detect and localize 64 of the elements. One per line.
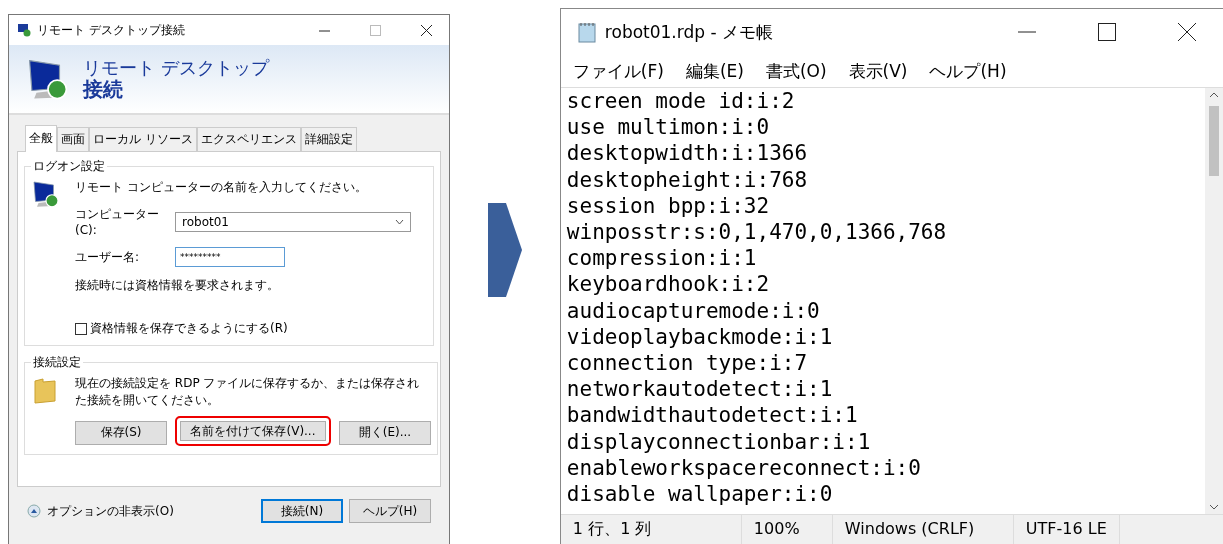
status-item: 1 行、1 列 — [560, 515, 742, 544]
text-line: networkautodetect:i:1 — [566, 376, 834, 403]
note-text: 接続時には資格情報を要求されます。 — [75, 277, 280, 294]
options-toggle[interactable]: オプションの非表示(O) — [47, 502, 174, 520]
chevron-down-icon — [395, 218, 404, 225]
computer-label: コンピューター(C): — [75, 206, 160, 237]
text-line: disable wallpaper:i:0 — [566, 481, 834, 508]
menu-item[interactable]: ヘルプ(H) — [929, 59, 1007, 83]
text-line: bandwidthautodetect:i:1 — [566, 402, 859, 429]
dialog-button[interactable]: ヘルプ(H) — [349, 499, 431, 523]
text-line: keyboardhook:i:2 — [566, 271, 771, 298]
tab[interactable]: 画面 — [57, 127, 89, 151]
status-item: UTF-16 LE — [1013, 515, 1120, 544]
tab[interactable]: エクスペリエンス — [196, 127, 301, 151]
text-line: displayconnectionbar:i:1 — [566, 428, 872, 455]
menu-item[interactable]: 表示(V) — [848, 59, 908, 83]
notepad-icon — [576, 21, 597, 43]
text-line: videoplaybackmode:i:1 — [566, 323, 834, 351]
group-label: 接続設定 — [32, 354, 82, 371]
window-title: robot01.rdp - メモ帳 — [604, 20, 774, 44]
collapse-icon[interactable] — [27, 504, 41, 518]
username-label: ユーザー名: — [75, 248, 141, 266]
app-icon — [17, 23, 31, 37]
scroll-thumb[interactable] — [1209, 106, 1219, 176]
computer-icon — [31, 179, 61, 209]
menu-item[interactable]: 編集(E) — [685, 59, 744, 83]
username-field[interactable]: ********* — [175, 247, 285, 267]
tab[interactable]: 詳細設定 — [300, 127, 357, 151]
text-line: connection type:i:7 — [566, 350, 809, 377]
text-line: session bpp:i:32 — [566, 192, 771, 219]
group-label: ログオン設定 — [32, 158, 106, 175]
text-line: audiocapturemode:i:0 — [566, 297, 821, 324]
status-item: 100% — [741, 515, 833, 544]
file-button[interactable]: 名前を付けて保存(V)... — [175, 416, 331, 446]
maximize-icon[interactable] — [1098, 23, 1116, 41]
text-line: winposstr:s:0,1,470,0,1366,768 — [566, 219, 948, 246]
text-line: desktopheight:i:768 — [566, 166, 809, 193]
header-subtitle: 接続 — [83, 77, 124, 100]
maximize-icon — [370, 24, 381, 36]
dialog-button[interactable]: 接続(N) — [261, 499, 343, 523]
description-text: 現在の接続設定を RDP ファイルに保存するか、または保存された接続を開いてください。 — [75, 375, 421, 409]
text-line: desktopwidth:i:1366 — [566, 140, 809, 167]
tab[interactable]: 全般 — [25, 125, 57, 152]
file-button[interactable]: 開く(E)... — [339, 420, 431, 445]
text-line: screen mode id:i:2 — [566, 88, 796, 115]
text-line: compression:i:1 — [566, 245, 758, 272]
header-title: リモート デスクトップ — [83, 58, 269, 78]
file-button[interactable]: 保存(S) — [75, 420, 167, 445]
close-icon[interactable] — [1178, 23, 1196, 41]
scroll-down-icon[interactable] — [1209, 504, 1219, 510]
scroll-up-icon[interactable] — [1209, 92, 1219, 98]
scrollbar[interactable] — [1205, 88, 1223, 514]
prompt-text: リモート コンピューターの名前を入力してください。 — [75, 179, 368, 196]
window-title: リモート デスクトップ接続 — [37, 21, 186, 39]
tab[interactable]: ローカル リソース — [89, 127, 197, 151]
text-line: enableworkspacereconnect:i:0 — [566, 454, 922, 482]
checkbox-label: 資格情報を保存できるようにする(R) — [90, 320, 288, 337]
close-icon[interactable] — [421, 24, 432, 36]
menu-item[interactable]: ファイル(F) — [572, 59, 664, 83]
status-item: Windows (CRLF) — [832, 515, 1014, 544]
text-line: use multimon:i:0 — [566, 114, 771, 141]
menu-item[interactable]: 書式(O) — [765, 59, 827, 83]
computer-dropdown[interactable]: robot01 — [175, 211, 411, 232]
checkbox[interactable] — [75, 322, 87, 335]
